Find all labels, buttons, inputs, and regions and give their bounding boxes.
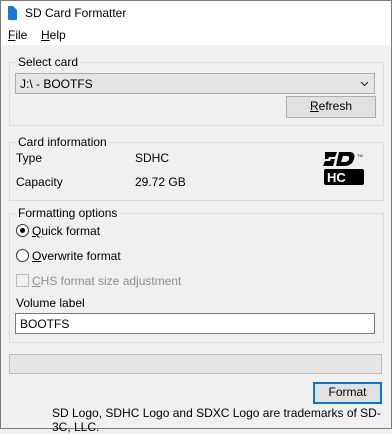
capacity-label: Capacity [16, 175, 63, 189]
menu-file[interactable]: File [8, 28, 27, 42]
format-button[interactable]: Format [313, 382, 382, 404]
volume-label-field[interactable]: BOOTFS [15, 313, 375, 334]
menu-bar: File Help [1, 25, 391, 45]
type-label: Type [16, 151, 43, 165]
svg-text:HC: HC [327, 170, 346, 185]
title-bar: SD Card Formatter [1, 1, 391, 25]
volume-label-value: BOOTFS [20, 317, 70, 331]
card-select-value: J:\ - BOOTFS [20, 77, 93, 91]
card-select-dropdown[interactable]: J:\ - BOOTFS [15, 73, 375, 94]
select-card-title: Select card [16, 55, 81, 69]
card-info-title: Card information [16, 135, 109, 149]
capacity-value: 29.72 GB [135, 175, 186, 189]
chs-adjustment-checkbox[interactable] [16, 274, 29, 287]
chevron-down-icon [360, 81, 369, 87]
formatting-options-title: Formatting options [16, 206, 120, 220]
overwrite-format-radio[interactable] [16, 249, 29, 262]
chs-adjustment-label[interactable]: CHS format size adjustment [32, 274, 181, 288]
trademark-notice: SD Logo, SDHC Logo and SDXC Logo are tra… [52, 406, 381, 434]
format-progress-bar [9, 354, 382, 374]
refresh-button[interactable]: Refresh [286, 96, 376, 118]
svg-text:TM: TM [357, 153, 363, 158]
type-value: SDHC [135, 151, 170, 165]
volume-label-caption: Volume label [16, 296, 85, 310]
sdhc-logo-icon: TM HC [323, 152, 364, 185]
window-title: SD Card Formatter [25, 6, 127, 20]
quick-format-label[interactable]: Quick format [32, 224, 100, 238]
menu-help[interactable]: Help [41, 28, 66, 42]
overwrite-format-label[interactable]: Overwrite format [32, 249, 121, 263]
sd-card-app-icon [8, 6, 17, 20]
quick-format-radio[interactable] [16, 224, 29, 237]
